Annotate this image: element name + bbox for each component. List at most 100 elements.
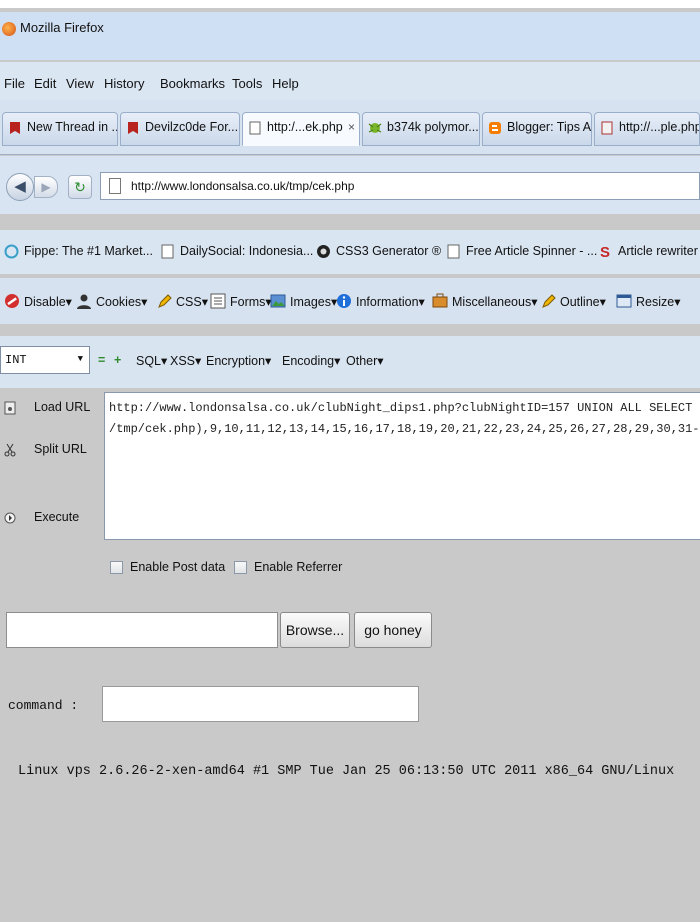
- s-logo-icon: S: [600, 244, 610, 259]
- dev-css-menu[interactable]: CSS▾: [156, 294, 208, 309]
- hackbar-sql-menu[interactable]: SQL▾: [136, 353, 167, 368]
- bookmarks-toolbar: Fippe: The #1 Market... DailySocial: Ind…: [0, 230, 700, 274]
- command-input[interactable]: [102, 686, 419, 722]
- browse-button[interactable]: Browse...: [280, 612, 350, 648]
- checkbox-label: Enable Referrer: [254, 560, 343, 574]
- dev-resize-menu[interactable]: Resize▾: [616, 294, 680, 309]
- bookmark-free-article-spinner[interactable]: Free Article Spinner - ...: [446, 244, 598, 259]
- reload-button[interactable]: ↻: [68, 175, 92, 199]
- dev-miscellaneous-menu[interactable]: Miscellaneous▾: [432, 293, 537, 309]
- page-icon: [601, 121, 613, 135]
- command-output: Linux vps 2.6.26-2-xen-amd64 #1 SMP Tue …: [18, 764, 675, 779]
- close-icon[interactable]: ×: [348, 120, 355, 134]
- url-bar[interactable]: http://www.londonsalsa.co.uk/tmp/cek.php: [100, 172, 700, 200]
- select-value: INT: [5, 353, 27, 367]
- tab-strip: New Thread in ... Devilzc0de For... http…: [0, 100, 700, 155]
- navigation-bar: ◀ ▶ ↻ http://www.londonsalsa.co.uk/tmp/c…: [0, 156, 700, 214]
- scissors-icon: [4, 443, 16, 457]
- go-honey-button[interactable]: go honey: [354, 612, 432, 648]
- refresh-circle-icon: [4, 244, 19, 259]
- execute-button[interactable]: Execute: [0, 510, 100, 530]
- bookmark-css3-generator[interactable]: CSS3 Generator ®: [316, 244, 441, 258]
- dev-menu-label: Outline▾: [560, 295, 606, 309]
- dropdown-arrow-icon: ▼: [77, 354, 83, 364]
- increment-icon[interactable]: +: [114, 353, 121, 367]
- page-icon: [249, 121, 261, 135]
- checkbox-label: Enable Post data: [130, 560, 226, 574]
- load-url-button[interactable]: Load URL: [0, 400, 100, 420]
- bookmark-dailysocial[interactable]: DailySocial: Indonesia...: [160, 244, 313, 259]
- red-bookmark-icon: [10, 122, 20, 134]
- menu-edit[interactable]: Edit: [34, 76, 56, 91]
- hackbar-url-textarea[interactable]: http://www.londonsalsa.co.uk/clubNight_d…: [104, 392, 700, 540]
- menu-tools[interactable]: Tools: [232, 76, 262, 91]
- user-silhouette-icon: [77, 294, 91, 309]
- checkbox-box[interactable]: [234, 561, 247, 574]
- page-icon: [109, 178, 121, 194]
- bookmark-article-rewriter[interactable]: S Article rewriter: [598, 244, 698, 259]
- hackbar-other-menu[interactable]: Other▾: [346, 353, 384, 368]
- decrement-icon[interactable]: =: [98, 353, 105, 367]
- info-icon: [337, 294, 351, 308]
- dev-forms-menu[interactable]: Forms▾: [210, 293, 272, 309]
- execute-icon: [4, 512, 16, 524]
- pencil-icon: [158, 294, 172, 308]
- bookmark-fippe[interactable]: Fippe: The #1 Market...: [4, 244, 153, 259]
- back-button[interactable]: ◀: [6, 173, 34, 201]
- dev-menu-label: Forms▾: [230, 295, 272, 309]
- command-label: command :: [8, 698, 79, 713]
- tab-label: Devilzc0de For...: [145, 120, 239, 134]
- hackbar-encoding-menu[interactable]: Encoding▾: [282, 353, 340, 368]
- hackbar-encryption-menu[interactable]: Encryption▾: [206, 353, 271, 368]
- forward-arrow-icon: ▶: [41, 180, 51, 194]
- page-icon: [447, 244, 460, 259]
- forward-button[interactable]: ▶: [34, 176, 58, 198]
- menu-bookmarks[interactable]: Bookmarks: [160, 76, 225, 91]
- web-developer-toolbar: Disable▾ Cookies▾ CSS▾ Forms▾ Images▾ In…: [0, 278, 700, 324]
- action-label: Execute: [34, 510, 80, 524]
- firefox-icon: [2, 22, 16, 36]
- split-url-button[interactable]: Split URL: [0, 442, 100, 462]
- enable-referrer-checkbox[interactable]: Enable Referrer: [234, 560, 342, 574]
- bookmark-label: Free Article Spinner - ...: [466, 244, 598, 258]
- menu-history[interactable]: History: [104, 76, 144, 91]
- action-label: Split URL: [34, 442, 87, 456]
- form-list-icon: [210, 293, 226, 309]
- url-text[interactable]: http://www.londonsalsa.co.uk/tmp/cek.php: [131, 179, 354, 193]
- checkbox-box[interactable]: [110, 561, 123, 574]
- menu-file[interactable]: File: [4, 76, 25, 91]
- dev-information-menu[interactable]: Information▾: [336, 294, 425, 309]
- toolbox-icon: [432, 293, 448, 308]
- dev-images-menu[interactable]: Images▾: [270, 294, 337, 309]
- tab-label: New Thread in ...: [27, 120, 118, 134]
- hackbar-xss-menu[interactable]: XSS▾: [170, 353, 201, 368]
- int-type-select[interactable]: INT ▼: [0, 346, 90, 374]
- menu-view[interactable]: View: [66, 76, 94, 91]
- tab-new-thread[interactable]: New Thread in ...: [2, 112, 118, 146]
- enable-post-data-checkbox[interactable]: Enable Post data: [110, 560, 225, 574]
- upload-file-field[interactable]: [6, 612, 278, 648]
- tab-label: b374k polymor...: [387, 120, 479, 134]
- tab-ple-php[interactable]: http://...ple.php: [594, 112, 700, 146]
- screen-top-strip: [0, 0, 700, 8]
- hackbar-toolbar: INT ▼ = + SQL▾ XSS▾ Encryption▾ Encoding…: [0, 336, 700, 388]
- tab-label: http:/...ek.php: [267, 120, 343, 134]
- page-content: Browse... go honey command : Linux vps 2…: [0, 594, 700, 922]
- menu-help[interactable]: Help: [272, 76, 299, 91]
- tab-b374k[interactable]: b374k polymor...: [362, 112, 480, 146]
- payload-line-1: http://www.londonsalsa.co.uk/clubNight_d…: [109, 401, 700, 415]
- dev-outline-menu[interactable]: Outline▾: [540, 294, 606, 309]
- image-icon: [270, 294, 286, 308]
- dev-disable-menu[interactable]: Disable▾: [4, 294, 72, 309]
- tab-cek-php[interactable]: http:/...ek.php ×: [242, 112, 360, 146]
- tab-blogger[interactable]: Blogger: Tips A...: [482, 112, 592, 146]
- payload-line-2: /tmp/cek.php),9,10,11,12,13,14,15,16,17,…: [109, 422, 700, 436]
- dev-cookies-menu[interactable]: Cookies▾: [76, 294, 147, 309]
- hackbar-actions: Load URL Split URL Execute: [0, 390, 100, 540]
- dev-menu-label: Images▾: [290, 295, 338, 309]
- action-label: Load URL: [34, 400, 91, 414]
- tab-devilzc0de[interactable]: Devilzc0de For...: [120, 112, 240, 146]
- bookmark-label: Fippe: The #1 Market...: [24, 244, 153, 258]
- pencil-icon: [542, 294, 556, 308]
- green-bug-icon: [368, 123, 382, 133]
